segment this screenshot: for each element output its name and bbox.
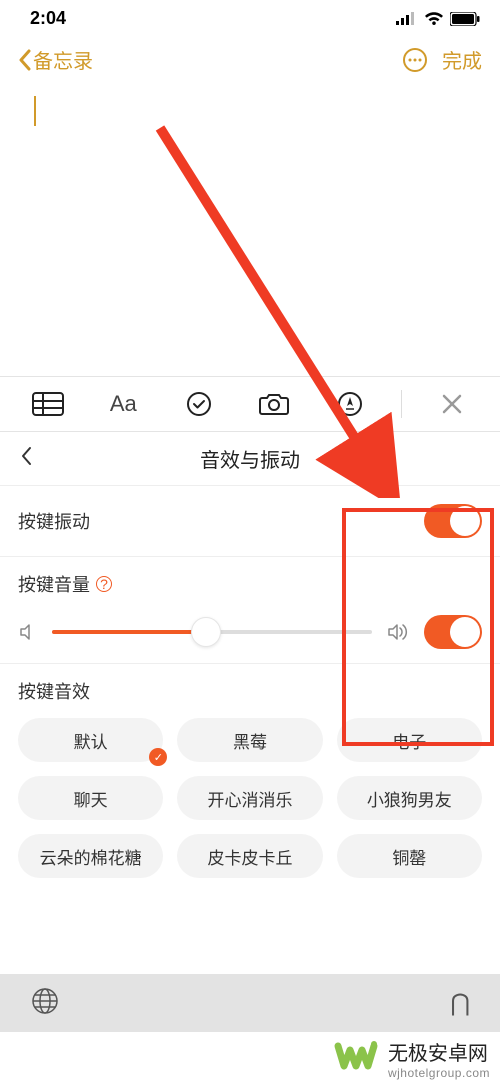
watermark-title: 无极安卓网 <box>388 1037 490 1066</box>
cellular-icon <box>396 12 418 25</box>
watermark-url: wjhotelgroup.com <box>388 1066 490 1080</box>
volume-toggle[interactable] <box>424 615 482 649</box>
more-icon[interactable] <box>402 47 428 73</box>
settings-header: 音效与振动 <box>0 432 500 485</box>
table-icon <box>32 392 64 416</box>
table-button[interactable] <box>23 392 73 416</box>
vibration-toggle[interactable] <box>424 504 482 538</box>
check-icon: ✓ <box>149 748 167 766</box>
effect-chip[interactable]: 开心消消乐 <box>177 776 322 820</box>
settings-title: 音效与振动 <box>0 444 500 473</box>
toolbar-separator <box>401 390 402 418</box>
globe-button[interactable] <box>30 986 60 1021</box>
help-icon[interactable]: ? <box>96 576 112 592</box>
close-icon <box>441 393 463 415</box>
effect-chip[interactable]: 云朵的棉花糖 <box>18 834 163 878</box>
camera-icon <box>259 392 289 416</box>
effect-chip[interactable]: 铜罄 <box>337 834 482 878</box>
status-time: 2:04 <box>30 8 66 29</box>
status-bar: 2:04 <box>0 0 500 33</box>
vibration-row: 按键振动 <box>0 485 500 556</box>
watermark: 无极安卓网 wjhotelgroup.com <box>332 1034 490 1082</box>
camera-button[interactable] <box>249 392 299 416</box>
volume-section: 按键音量 ? <box>0 556 500 663</box>
keyboard-bottom-bar: ⋂ <box>0 974 500 1032</box>
effect-chip[interactable]: 默认✓ <box>18 718 163 762</box>
nav-done[interactable]: 完成 <box>442 45 482 74</box>
keyboard-toolbar: Aa <box>0 376 500 432</box>
nav-bar: 备忘录 完成 <box>0 33 500 86</box>
sound-effects-section: 按键音效 默认✓ 黑莓电子聊天开心消消乐小狼狗男友云朵的棉花糖皮卡皮卡丘铜罄 <box>0 663 500 878</box>
volume-high-icon <box>386 622 410 642</box>
volume-slider[interactable] <box>52 617 372 647</box>
vibration-label: 按键振动 <box>18 508 90 534</box>
text-cursor <box>34 96 36 126</box>
pen-circle-icon <box>337 391 363 417</box>
effect-chip[interactable]: 小狼狗男友 <box>337 776 482 820</box>
note-content[interactable] <box>0 86 500 376</box>
markup-button[interactable] <box>325 391 375 417</box>
wifi-icon <box>424 12 444 26</box>
effects-label: 按键音效 <box>18 678 482 704</box>
effect-chip[interactable]: 电子 <box>337 718 482 762</box>
volume-label: 按键音量 <box>18 571 90 597</box>
mic-button[interactable]: ⋂ <box>450 989 470 1018</box>
globe-icon <box>30 986 60 1016</box>
text-style-button[interactable]: Aa <box>98 391 148 417</box>
effect-chip[interactable]: 皮卡皮卡丘 <box>177 834 322 878</box>
volume-low-icon <box>18 622 38 642</box>
watermark-logo-icon <box>332 1034 380 1082</box>
close-keyboard-button[interactable] <box>427 393 477 415</box>
effect-chip[interactable]: 黑莓 <box>177 718 322 762</box>
nav-back-label: 备忘录 <box>33 45 93 74</box>
nav-back[interactable]: 备忘录 <box>18 45 93 74</box>
effect-chip[interactable]: 聊天 <box>18 776 163 820</box>
check-circle-icon <box>186 391 212 417</box>
battery-icon <box>450 12 480 26</box>
status-icons <box>396 12 480 26</box>
chevron-left-icon <box>18 49 31 71</box>
checklist-button[interactable] <box>174 391 224 417</box>
